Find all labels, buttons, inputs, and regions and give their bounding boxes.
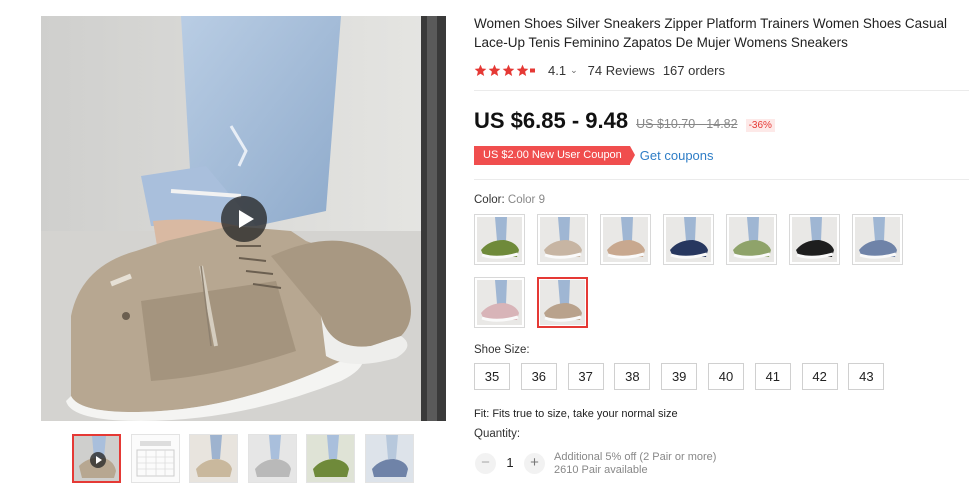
quantity-value[interactable]: 1 <box>503 455 517 470</box>
product-info: Women Shoes Silver Sneakers Zipper Platf… <box>474 14 969 52</box>
play-video-button[interactable] <box>221 196 267 242</box>
mini-play-icon <box>90 452 106 468</box>
coupon-badge[interactable]: US $2.00 New User Coupon <box>474 146 635 165</box>
star-icon <box>502 64 515 76</box>
swatch-image <box>477 217 522 262</box>
swatch-image <box>666 217 711 262</box>
size-option-43[interactable]: 43 <box>848 363 885 390</box>
size-option-41[interactable]: 41 <box>754 363 791 390</box>
color-swatch[interactable] <box>726 214 777 265</box>
get-coupons-link[interactable]: Get coupons <box>640 148 714 163</box>
star-rating[interactable] <box>474 64 536 77</box>
thumbnail-grey[interactable] <box>248 434 297 483</box>
size-option-37[interactable]: 37 <box>567 363 604 390</box>
fit-note: Fit: Fits true to size, take your normal… <box>474 408 678 420</box>
size-option-36[interactable]: 36 <box>520 363 557 390</box>
swatch-image <box>855 217 900 262</box>
divider <box>474 179 969 180</box>
swatch-image <box>540 217 585 262</box>
product-title: Women Shoes Silver Sneakers Zipper Platf… <box>474 16 947 50</box>
swatch-image <box>540 280 585 325</box>
price-row: US $6.85 - 9.48 US $10.70 - 14.82 -36% <box>474 108 775 136</box>
quantity-decrease-button[interactable]: − <box>475 453 496 474</box>
current-price: US $6.85 - 9.48 <box>474 108 629 133</box>
rating-value: 4.1 <box>548 62 567 78</box>
orders-count: 167 orders <box>662 62 725 78</box>
original-price: US $10.70 - 14.82 <box>636 117 738 131</box>
color-label-text: Color: <box>474 194 505 206</box>
star-icon <box>474 64 487 76</box>
swatch-image <box>729 217 774 262</box>
partial-star-icon <box>530 68 535 72</box>
rating-row: 4.1 ⌄ 74 Reviews 167 orders <box>474 61 725 79</box>
thumbnail-beige[interactable] <box>189 434 238 483</box>
coupon-row: US $2.00 New User Coupon Get coupons <box>474 146 714 165</box>
color-label: Color: Color 9 <box>474 194 545 206</box>
thumbnail-video[interactable] <box>72 434 121 483</box>
discount-badge: -36% <box>745 119 775 132</box>
star-icon <box>488 64 501 76</box>
color-swatch[interactable] <box>789 214 840 265</box>
size-option-40[interactable]: 40 <box>708 363 744 390</box>
color-swatch[interactable] <box>663 214 714 265</box>
size-option-35[interactable]: 35 <box>474 363 510 390</box>
thumbnail-green[interactable] <box>306 434 355 483</box>
size-option-38[interactable]: 38 <box>614 363 651 390</box>
color-swatch[interactable] <box>474 214 525 265</box>
star-icon <box>516 64 529 76</box>
color-swatch[interactable] <box>537 214 588 265</box>
main-product-image[interactable] <box>41 16 446 421</box>
stock-available: 2610 Pair available <box>554 464 648 476</box>
color-swatch[interactable] <box>600 214 651 265</box>
divider <box>474 90 969 91</box>
quantity-note: Additional 5% off (2 Pair or more) 2610 … <box>554 451 716 477</box>
quantity-increase-button[interactable]: + <box>524 453 545 474</box>
chevron-down-icon[interactable]: ⌄ <box>570 65 578 76</box>
color-swatch[interactable] <box>474 277 525 328</box>
color-swatch[interactable] <box>537 277 588 328</box>
reviews-link[interactable]: 74 Reviews <box>588 63 655 78</box>
swatch-image <box>792 217 837 262</box>
color-swatch[interactable] <box>852 214 903 265</box>
size-label: Shoe Size: <box>474 344 530 356</box>
size-option-42[interactable]: 42 <box>801 363 838 390</box>
swatch-image <box>477 280 522 325</box>
thumbnail-blue[interactable] <box>365 434 414 483</box>
size-option-39[interactable]: 39 <box>661 363 698 390</box>
swatch-image <box>603 217 648 262</box>
selected-color-value: Color 9 <box>507 194 545 206</box>
thumbnail-size-chart[interactable] <box>131 434 180 483</box>
bulk-discount-note: Additional 5% off (2 Pair or more) <box>554 451 717 463</box>
quantity-label: Quantity: <box>474 428 521 440</box>
